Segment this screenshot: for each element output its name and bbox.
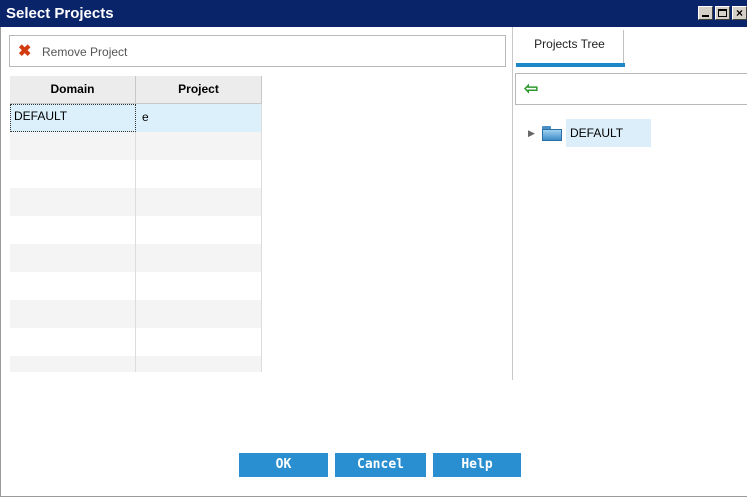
empty-cell [136, 356, 262, 372]
expand-caret-icon[interactable]: ▶ [528, 128, 542, 139]
table-row-empty [10, 188, 262, 216]
panel-divider[interactable] [512, 27, 513, 380]
arrow-left-icon[interactable]: ⇦ [524, 79, 538, 99]
empty-cell [136, 216, 262, 244]
window-title: Select Projects [6, 5, 114, 22]
maximize-button[interactable] [715, 6, 730, 20]
empty-cell [10, 328, 136, 356]
tree-node-default[interactable]: ▶ DEFAULT [528, 119, 652, 147]
x-icon: ✖ [18, 43, 32, 60]
close-button[interactable]: × [732, 6, 747, 20]
selected-projects-grid: Domain Project DEFAULT e [10, 76, 262, 376]
empty-cell [136, 244, 262, 272]
close-icon: × [736, 6, 744, 20]
tree-toolbar: ⇦ [515, 73, 747, 105]
minimize-button[interactable] [698, 6, 713, 20]
table-row-empty [10, 300, 262, 328]
active-tab-indicator [516, 63, 625, 67]
window-controls: × [696, 6, 747, 20]
empty-cell [10, 272, 136, 300]
maximize-icon [718, 9, 727, 17]
ok-button[interactable]: OK [239, 453, 328, 477]
empty-cell [136, 328, 262, 356]
cell-project[interactable]: e [136, 104, 262, 132]
minimize-icon [702, 15, 709, 17]
table-row-empty [10, 328, 262, 356]
empty-cell [10, 244, 136, 272]
empty-cell [10, 356, 136, 372]
empty-cell [10, 160, 136, 188]
empty-cell [136, 160, 262, 188]
folder-icon [542, 125, 562, 141]
empty-cell [10, 216, 136, 244]
table-row-empty [10, 244, 262, 272]
cancel-button[interactable]: Cancel [335, 453, 426, 477]
projects-toolbar: ✖ Remove Project [9, 35, 506, 67]
table-row[interactable]: DEFAULT e [10, 104, 262, 132]
table-row-empty [10, 356, 262, 372]
empty-cell [10, 132, 136, 160]
empty-cell [136, 132, 262, 160]
remove-project-label: Remove Project [42, 45, 128, 59]
empty-cell [136, 300, 262, 328]
tab-projects-tree[interactable]: Projects Tree [516, 30, 624, 66]
help-button[interactable]: Help [433, 453, 521, 477]
empty-cell [10, 188, 136, 216]
grid-header: Domain Project [10, 76, 262, 104]
column-header-domain[interactable]: Domain [10, 76, 136, 103]
empty-cell [10, 300, 136, 328]
remove-project-button[interactable]: ✖ Remove Project [18, 43, 127, 61]
table-row-empty [10, 160, 262, 188]
empty-cell [136, 188, 262, 216]
tree-node-label[interactable]: DEFAULT [566, 119, 652, 147]
table-row-empty [10, 132, 262, 160]
empty-cell [136, 272, 262, 300]
title-bar[interactable]: Select Projects × [0, 0, 747, 27]
column-header-project[interactable]: Project [136, 76, 262, 103]
table-row-empty [10, 216, 262, 244]
table-row-empty [10, 272, 262, 300]
cell-domain[interactable]: DEFAULT [10, 104, 136, 132]
